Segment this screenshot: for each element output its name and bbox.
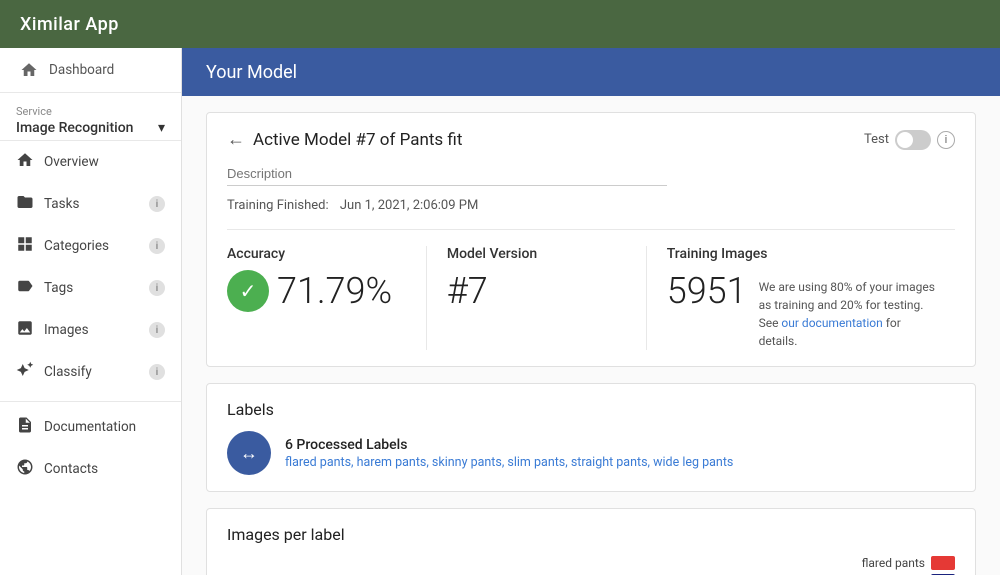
tasks-info-badge: i [149, 196, 165, 212]
sidebar: Dashboard Service Image Recognition ▾ Ov… [0, 48, 182, 575]
home-icon [19, 60, 39, 80]
sidebar-item-overview[interactable]: Overview [0, 141, 181, 183]
sidebar-label-classify: Classify [44, 364, 92, 380]
images-info-badge: i [149, 322, 165, 338]
test-label: Test [864, 132, 889, 147]
documentation-link[interactable]: our documentation [781, 316, 882, 330]
legend-color-flared [931, 556, 955, 570]
page-header: Your Model [182, 48, 1000, 96]
sidebar-item-contacts[interactable]: Contacts [0, 448, 181, 490]
accuracy-block: Accuracy ✓ 71.79% [227, 246, 426, 350]
sidebar-item-images[interactable]: Images i [0, 309, 181, 351]
service-label: Service [16, 105, 165, 118]
sidebar-label-dashboard: Dashboard [49, 62, 114, 78]
label-list: flared pants, harem pants, skinny pants,… [285, 455, 733, 470]
legend-item-flared: flared pants [227, 556, 955, 570]
labels-section: Labels ↔ 6 Processed Labels flared pants… [206, 383, 976, 492]
model-version-block: Model Version #7 [426, 246, 646, 350]
processed-labels-text: 6 Processed Labels [285, 437, 733, 453]
sidebar-item-classify[interactable]: Classify i [0, 351, 181, 393]
images-per-label-section: Images per label flared pants harem pant… [206, 508, 976, 575]
service-section: Service Image Recognition ▾ [0, 92, 181, 141]
sidebar-label-tags: Tags [44, 280, 73, 296]
training-finished: Training Finished: Jun 1, 2021, 2:06:09 … [227, 198, 955, 213]
test-toggle-area: Test i [864, 130, 955, 150]
tags-info-badge: i [149, 280, 165, 296]
model-card: ← Active Model #7 of Pants fit Test i Tr… [206, 112, 976, 367]
model-version-value: #7 [447, 270, 626, 312]
categories-info-badge: i [149, 238, 165, 254]
test-toggle[interactable] [895, 130, 931, 150]
model-title: Active Model #7 of Pants fit [253, 130, 462, 150]
sidebar-footer: Documentation Contacts [0, 401, 181, 490]
classify-icon [16, 361, 34, 383]
training-finished-label: Training Finished: [227, 198, 329, 213]
sidebar-item-tags[interactable]: Tags i [0, 267, 181, 309]
sidebar-label-tasks: Tasks [44, 196, 79, 212]
content-area: ← Active Model #7 of Pants fit Test i Tr… [182, 96, 1000, 575]
sidebar-label-categories: Categories [44, 238, 109, 254]
labels-info: 6 Processed Labels flared pants, harem p… [285, 437, 733, 470]
images-icon [16, 319, 34, 341]
training-images-block: Training Images 5951 We are using 80% of… [646, 246, 955, 350]
images-per-label-title: Images per label [227, 525, 955, 544]
sidebar-label-images: Images [44, 322, 89, 338]
sidebar-label-overview: Overview [44, 154, 99, 170]
labels-row: ↔ 6 Processed Labels flared pants, harem… [227, 431, 955, 475]
test-info-icon[interactable]: i [937, 131, 955, 149]
chart-legend: flared pants harem pants [227, 556, 955, 575]
training-images-desc: We are using 80% of your images as train… [759, 278, 935, 350]
chevron-down-icon: ▾ [158, 120, 165, 136]
page-title: Your Model [206, 62, 297, 83]
sidebar-item-categories[interactable]: Categories i [0, 225, 181, 267]
accuracy-value: ✓ 71.79% [227, 270, 406, 312]
labels-icon: ↔ [227, 431, 271, 475]
training-images-value: 5951 [667, 270, 747, 312]
labels-section-title: Labels [227, 400, 955, 419]
overview-icon [16, 151, 34, 173]
doc-icon [16, 416, 34, 438]
metrics-row: Accuracy ✓ 71.79% Model Version #7 [227, 229, 955, 350]
sidebar-item-documentation[interactable]: Documentation [0, 406, 181, 448]
description-input[interactable] [227, 162, 667, 186]
main-area: Your Model ← Active Model #7 of Pants fi… [182, 48, 1000, 575]
back-button[interactable]: ← [227, 129, 245, 150]
model-version-label: Model Version [447, 246, 626, 262]
service-name[interactable]: Image Recognition ▾ [16, 120, 165, 136]
categories-icon [16, 235, 34, 257]
contacts-icon [16, 458, 34, 480]
app-title: Ximilar App [20, 14, 119, 35]
sidebar-label-documentation: Documentation [44, 419, 136, 435]
training-images-label: Training Images [667, 246, 935, 262]
sidebar-item-tasks[interactable]: Tasks i [0, 183, 181, 225]
sidebar-item-dashboard[interactable]: Dashboard [0, 48, 181, 92]
accuracy-icon: ✓ [227, 270, 269, 312]
classify-info-badge: i [149, 364, 165, 380]
app-header: Ximilar App [0, 0, 1000, 48]
accuracy-label: Accuracy [227, 246, 406, 262]
sidebar-label-contacts: Contacts [44, 461, 98, 477]
tasks-icon [16, 193, 34, 215]
legend-label-flared: flared pants [862, 556, 925, 570]
tags-icon [16, 277, 34, 299]
training-finished-date: Jun 1, 2021, 2:06:09 PM [340, 198, 478, 213]
